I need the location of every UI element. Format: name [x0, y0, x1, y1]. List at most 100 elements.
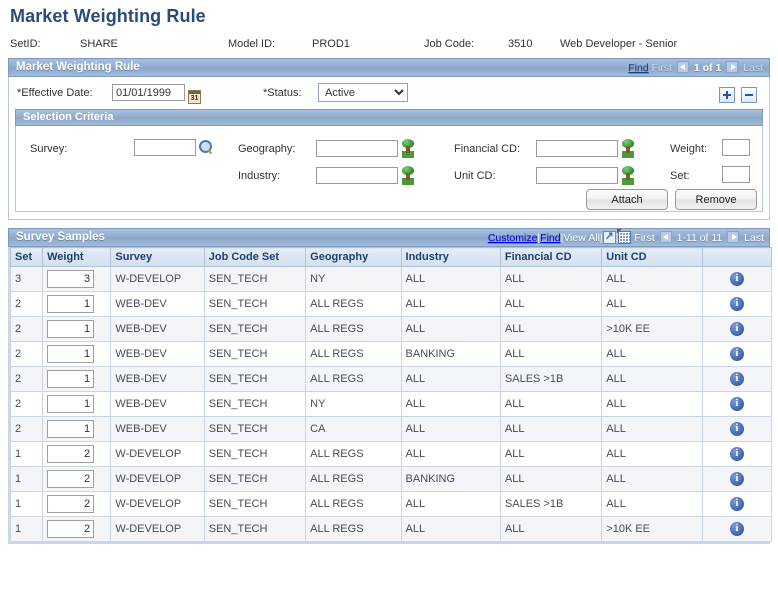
- cell-unit-cd: ALL: [601, 291, 703, 317]
- info-icon[interactable]: [729, 371, 744, 386]
- financial-cd-label: Financial CD:: [454, 143, 521, 155]
- grid-last-link[interactable]: Last: [744, 232, 764, 244]
- cell-geography: ALL REGS: [305, 441, 402, 467]
- cell-job-code-set: SEN_TECH: [203, 441, 307, 467]
- weight-cell-input[interactable]: [47, 270, 95, 288]
- weight-input[interactable]: [722, 139, 750, 156]
- table-row: 1W-DEVELOPSEN_TECHALL REGSALLALL>10K EE: [9, 516, 773, 542]
- cell-industry: ALL: [400, 266, 501, 292]
- grid-find-link[interactable]: Find: [540, 232, 560, 244]
- delete-row-button[interactable]: [741, 87, 757, 103]
- download-grid-icon[interactable]: [617, 229, 632, 244]
- cell-unit-cd: ALL: [601, 416, 703, 442]
- expand-window-icon[interactable]: [602, 229, 616, 244]
- grid-previous-icon[interactable]: [659, 231, 672, 243]
- unit-cd-input[interactable]: [536, 166, 618, 184]
- table-row: 2WEB-DEVSEN_TECHNYALLALLALL: [9, 391, 773, 417]
- survey-input[interactable]: [134, 139, 196, 156]
- cell-geography: NY: [305, 391, 402, 417]
- calendar-icon[interactable]: 31: [188, 89, 202, 104]
- cell-unit-cd: ALL: [601, 366, 703, 392]
- attach-button[interactable]: Attach: [586, 189, 668, 210]
- table-row: 2WEB-DEVSEN_TECHALL REGSALLALL>10K EE: [9, 316, 773, 342]
- cell-geography: ALL REGS: [305, 366, 402, 392]
- column-header-industry[interactable]: Industry: [400, 247, 501, 267]
- cell-survey: W-DEVELOP: [110, 491, 205, 517]
- cell-unit-cd: >10K EE: [601, 516, 703, 542]
- weight-cell-input[interactable]: [47, 445, 95, 463]
- info-icon[interactable]: [729, 471, 744, 486]
- info-icon[interactable]: [729, 271, 744, 286]
- find-link[interactable]: Find: [628, 62, 648, 74]
- cell-industry: ALL: [400, 291, 501, 317]
- weight-cell-input[interactable]: [47, 470, 95, 488]
- column-header-weight[interactable]: Weight: [42, 247, 112, 267]
- industry-tree-prompt-icon[interactable]: [401, 166, 415, 181]
- weight-cell-input[interactable]: [47, 495, 95, 513]
- first-link[interactable]: First: [652, 62, 672, 74]
- add-row-button[interactable]: [718, 87, 735, 103]
- lookup-magnifier-icon[interactable]: [199, 139, 213, 154]
- cell-financial-cd: SALES >1B: [499, 491, 603, 517]
- set-input[interactable]: [722, 166, 750, 183]
- cell-unit-cd: ALL: [601, 441, 703, 467]
- info-icon[interactable]: [729, 296, 744, 311]
- remove-button[interactable]: Remove: [675, 189, 757, 210]
- column-header-actions: [701, 247, 773, 267]
- cell-set: 2: [9, 291, 44, 317]
- cell-survey: WEB-DEV: [110, 341, 205, 367]
- info-icon[interactable]: [729, 321, 744, 336]
- info-icon[interactable]: [729, 446, 744, 461]
- cell-set: 2: [9, 391, 44, 417]
- weight-cell-input[interactable]: [47, 520, 95, 538]
- table-row: 2WEB-DEVSEN_TECHALL REGSBANKINGALLALL: [9, 341, 773, 367]
- weight-cell-input[interactable]: [47, 320, 95, 338]
- cell-job-code-set: SEN_TECH: [203, 291, 307, 317]
- cell-info: [701, 516, 773, 542]
- column-header-geography[interactable]: Geography: [305, 247, 402, 267]
- cell-info: [701, 341, 773, 367]
- cell-info: [701, 366, 773, 392]
- next-row-icon[interactable]: [726, 61, 739, 73]
- industry-input[interactable]: [316, 166, 398, 184]
- grid-first-link[interactable]: First: [634, 232, 654, 244]
- table-row: 1W-DEVELOPSEN_TECHALL REGSALLALLALL: [9, 441, 773, 467]
- cell-weight: [42, 441, 112, 467]
- financial-cd-input[interactable]: [536, 139, 618, 157]
- cell-job-code-set: SEN_TECH: [203, 416, 307, 442]
- market-weighting-rule-body: *Effective Date: 31 *Status: Active: [8, 77, 770, 220]
- cell-financial-cd: ALL: [499, 466, 603, 492]
- view-all-link[interactable]: View All: [563, 232, 600, 244]
- column-header-financial-cd[interactable]: Financial CD: [499, 247, 603, 267]
- cell-geography: CA: [305, 416, 402, 442]
- info-icon[interactable]: [729, 396, 744, 411]
- column-header-unit-cd[interactable]: Unit CD: [601, 247, 703, 267]
- column-header-set[interactable]: Set: [9, 247, 44, 267]
- previous-row-icon[interactable]: [676, 61, 689, 73]
- column-header-survey[interactable]: Survey: [110, 247, 205, 267]
- cell-job-code-set: SEN_TECH: [203, 316, 307, 342]
- cell-survey: WEB-DEV: [110, 316, 205, 342]
- financial-cd-tree-prompt-icon[interactable]: [621, 139, 635, 154]
- weight-cell-input[interactable]: [47, 395, 95, 413]
- weight-cell-input[interactable]: [47, 370, 95, 388]
- cell-geography: NY: [305, 266, 402, 292]
- cell-set: 3: [9, 266, 44, 292]
- weight-cell-input[interactable]: [47, 345, 95, 363]
- geography-input[interactable]: [316, 139, 398, 157]
- info-icon[interactable]: [729, 346, 744, 361]
- geography-tree-prompt-icon[interactable]: [401, 139, 415, 154]
- last-link[interactable]: Last: [743, 62, 763, 74]
- weight-cell-input[interactable]: [47, 295, 95, 313]
- unit-cd-tree-prompt-icon[interactable]: [621, 166, 635, 181]
- grid-next-icon[interactable]: [727, 231, 740, 243]
- status-select[interactable]: Active: [318, 83, 408, 102]
- info-icon[interactable]: [729, 421, 744, 436]
- info-icon[interactable]: [729, 521, 744, 536]
- weight-cell-input[interactable]: [47, 420, 95, 438]
- customize-link[interactable]: Customize: [488, 232, 538, 244]
- effective-date-input[interactable]: [112, 84, 185, 101]
- column-header-job-code-set[interactable]: Job Code Set: [203, 247, 307, 267]
- info-icon[interactable]: [729, 496, 744, 511]
- cell-survey: W-DEVELOP: [110, 441, 205, 467]
